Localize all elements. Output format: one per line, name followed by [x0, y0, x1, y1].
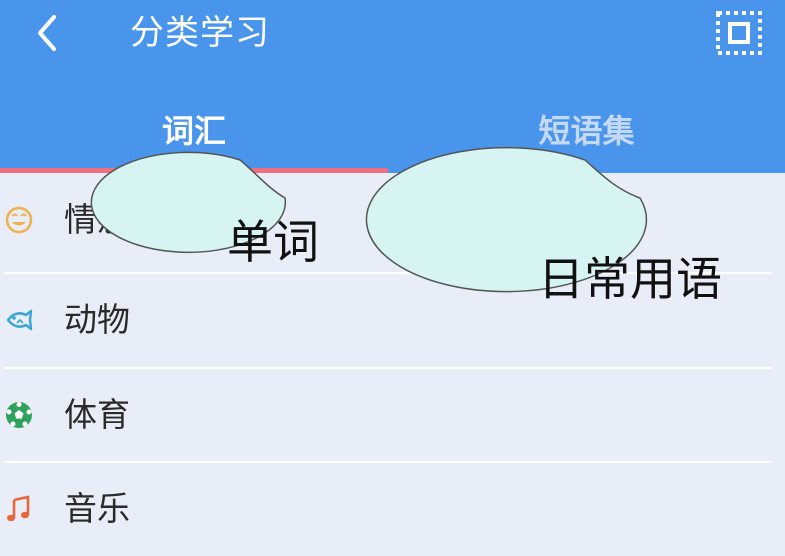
list-item-label: 音乐 [64, 489, 130, 528]
soccer-ball-icon [6, 402, 32, 428]
chevron-left-icon [38, 15, 56, 51]
fish-icon [6, 309, 33, 331]
back-button[interactable] [22, 10, 72, 56]
list-item-label: 情感 [64, 200, 130, 239]
scan-frame-icon [716, 11, 762, 55]
tab-phrases[interactable]: 短语集 [388, 95, 785, 167]
list-item-music[interactable]: 音乐 [0, 462, 785, 556]
smiley-face-icon [5, 206, 33, 234]
word-callout-text: 单词 [227, 215, 319, 269]
tab-vocabulary[interactable]: 词汇 [0, 95, 388, 167]
list-item-label: 体育 [64, 395, 130, 434]
list-item-sports[interactable]: 体育 [0, 368, 785, 462]
app-header: 分类学习 词汇 短语集 [0, 0, 785, 173]
music-note-icon [7, 495, 30, 522]
list-item-label: 动物 [64, 300, 130, 339]
scan-button[interactable] [712, 8, 766, 58]
page-title: 分类学习 [130, 13, 270, 53]
phrase-callout-text: 日常用语 [538, 252, 722, 306]
tab-bar: 词汇 短语集 [0, 95, 785, 173]
